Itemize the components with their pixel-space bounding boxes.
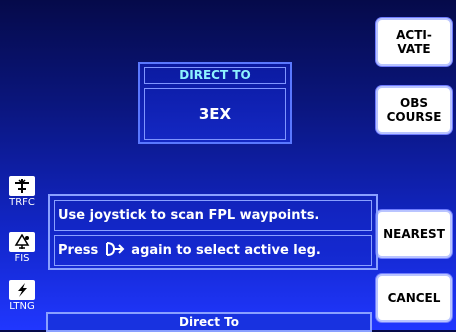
instruction-message-box: Use joystick to scan FPL waypoints. Pres…	[48, 194, 378, 270]
direct-to-arrow-icon	[105, 238, 125, 267]
traffic-button[interactable]: TRFC	[6, 176, 38, 212]
weather-icon	[9, 232, 35, 252]
lightning-button[interactable]: LTNG	[6, 280, 38, 316]
message-line-2-suffix: again to select active leg.	[131, 243, 321, 258]
lightning-icon	[9, 280, 35, 300]
cancel-button[interactable]: CANCEL	[376, 274, 452, 322]
direct-to-panel: DIRECT TO 3EX	[138, 62, 292, 144]
activate-button[interactable]: ACTI- VATE	[376, 18, 452, 66]
message-line-2: Press again to select active leg.	[54, 235, 372, 266]
page-title-bar: Direct To	[46, 312, 372, 332]
fis-label: FIS	[14, 253, 30, 264]
traffic-icon	[9, 176, 35, 196]
obs-course-button[interactable]: OBS COURSE	[376, 86, 452, 134]
direct-to-waypoint-field[interactable]: 3EX	[144, 88, 286, 140]
direct-to-title: DIRECT TO	[144, 67, 286, 84]
lightning-label: LTNG	[9, 301, 35, 312]
message-line-2-prefix: Press	[58, 243, 99, 258]
traffic-label: TRFC	[9, 197, 35, 208]
message-line-1: Use joystick to scan FPL waypoints.	[54, 200, 372, 231]
fis-button[interactable]: FIS	[6, 232, 38, 268]
nearest-button[interactable]: NEAREST	[376, 210, 452, 258]
